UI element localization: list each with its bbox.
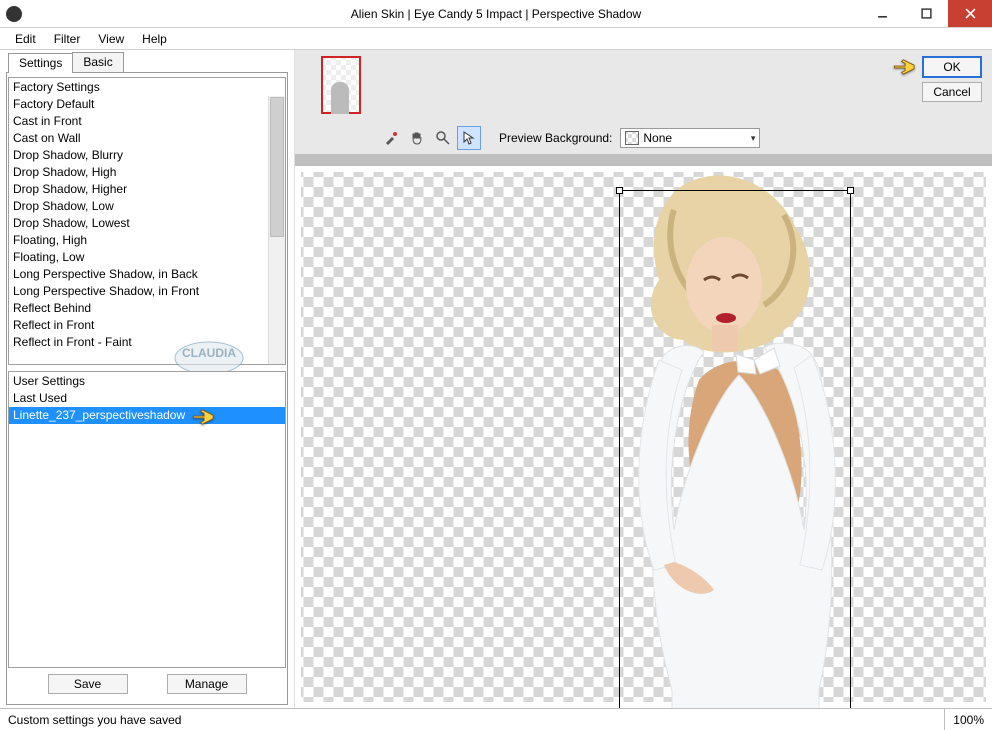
resize-handle[interactable] bbox=[616, 187, 623, 194]
list-item[interactable]: Linette_237_perspectiveshadow bbox=[9, 407, 285, 424]
list-item[interactable]: Floating, Low bbox=[9, 249, 285, 266]
list-item[interactable]: Cast in Front bbox=[9, 113, 285, 130]
settings-buttons: Save Manage bbox=[8, 668, 286, 700]
status-text: Custom settings you have saved bbox=[8, 713, 181, 727]
chevron-down-icon: ▾ bbox=[751, 133, 756, 144]
window-title: Alien Skin | Eye Candy 5 Impact | Perspe… bbox=[351, 7, 641, 21]
tab-basic[interactable]: Basic bbox=[72, 52, 123, 72]
separator-bar bbox=[295, 154, 992, 166]
cancel-button[interactable]: Cancel bbox=[922, 82, 982, 102]
tab-settings[interactable]: Settings bbox=[8, 53, 73, 73]
settings-tab-content: Factory Settings Factory Default Cast in… bbox=[6, 72, 288, 705]
factory-settings-header: Factory Settings bbox=[9, 78, 285, 96]
menu-bar: Edit Filter View Help bbox=[0, 28, 992, 50]
preview-bg-select[interactable]: None ▾ bbox=[620, 128, 760, 148]
list-item[interactable]: Floating, High bbox=[9, 232, 285, 249]
menu-help[interactable]: Help bbox=[133, 30, 176, 48]
list-item[interactable]: Reflect Behind bbox=[9, 300, 285, 317]
scrollbar[interactable] bbox=[268, 96, 285, 364]
window-controls bbox=[860, 0, 992, 27]
ok-button[interactable]: OK bbox=[922, 56, 982, 78]
menu-edit[interactable]: Edit bbox=[6, 30, 45, 48]
list-item[interactable]: Factory Default bbox=[9, 96, 285, 113]
zoom-level: 100% bbox=[944, 709, 984, 730]
pointer-tool-icon[interactable] bbox=[457, 126, 481, 150]
resize-handle[interactable] bbox=[847, 187, 854, 194]
transparency-swatch-icon bbox=[625, 131, 639, 145]
settings-tabs: Settings Basic bbox=[8, 52, 294, 72]
selection-rectangle[interactable] bbox=[619, 190, 851, 708]
list-item[interactable]: Drop Shadow, Higher bbox=[9, 181, 285, 198]
list-item[interactable]: Cast on Wall bbox=[9, 130, 285, 147]
hand-tool-icon[interactable] bbox=[405, 126, 429, 150]
scrollbar-thumb[interactable] bbox=[270, 97, 284, 237]
list-item[interactable]: Drop Shadow, High bbox=[9, 164, 285, 181]
preview-bg-label: Preview Background: bbox=[499, 131, 612, 145]
factory-items[interactable]: Factory Default Cast in Front Cast on Wa… bbox=[9, 96, 285, 364]
list-item[interactable]: Drop Shadow, Low bbox=[9, 198, 285, 215]
close-button[interactable] bbox=[948, 0, 992, 27]
title-bar: Alien Skin | Eye Candy 5 Impact | Perspe… bbox=[0, 0, 992, 28]
factory-settings-list: Factory Settings Factory Default Cast in… bbox=[8, 77, 286, 365]
menu-view[interactable]: View bbox=[89, 30, 133, 48]
dialog-buttons: OK Cancel bbox=[892, 56, 982, 102]
preview-bg-value: None bbox=[643, 131, 672, 145]
list-item[interactable]: Drop Shadow, Blurry bbox=[9, 147, 285, 164]
list-item[interactable]: Drop Shadow, Lowest bbox=[9, 215, 285, 232]
preview-header: OK Cancel bbox=[295, 50, 992, 122]
list-item[interactable]: Long Perspective Shadow, in Back bbox=[9, 266, 285, 283]
list-item[interactable]: Last Used bbox=[9, 390, 285, 407]
pointing-hand-icon bbox=[191, 408, 219, 426]
zoom-tool-icon[interactable] bbox=[431, 126, 455, 150]
app-icon bbox=[6, 6, 22, 22]
manage-button[interactable]: Manage bbox=[167, 674, 247, 694]
list-item[interactable]: Reflect in Front bbox=[9, 317, 285, 334]
settings-panel: Settings Basic Factory Settings Factory … bbox=[0, 50, 295, 708]
maximize-button[interactable] bbox=[904, 0, 948, 27]
preview-toolbar: Preview Background: None ▾ bbox=[295, 122, 992, 154]
menu-filter[interactable]: Filter bbox=[45, 30, 90, 48]
user-settings-list: User Settings Last Used Linette_237_pers… bbox=[8, 371, 286, 668]
preview-thumbnail[interactable] bbox=[321, 56, 361, 114]
save-button[interactable]: Save bbox=[48, 674, 128, 694]
user-items[interactable]: Last Used Linette_237_perspectiveshadow bbox=[9, 390, 285, 667]
preview-canvas-wrap bbox=[295, 166, 992, 708]
status-bar: Custom settings you have saved 100% bbox=[0, 708, 992, 730]
user-settings-header: User Settings bbox=[9, 372, 285, 390]
list-item[interactable]: Reflect in Front - Faint bbox=[9, 334, 285, 351]
minimize-button[interactable] bbox=[860, 0, 904, 27]
list-item[interactable]: Long Perspective Shadow, in Front bbox=[9, 283, 285, 300]
preview-panel: OK Cancel Preview Background: None ▾ bbox=[295, 50, 992, 708]
eyedropper-tool-icon[interactable] bbox=[379, 126, 403, 150]
pointing-hand-icon bbox=[892, 58, 920, 76]
preview-canvas[interactable] bbox=[301, 172, 986, 702]
